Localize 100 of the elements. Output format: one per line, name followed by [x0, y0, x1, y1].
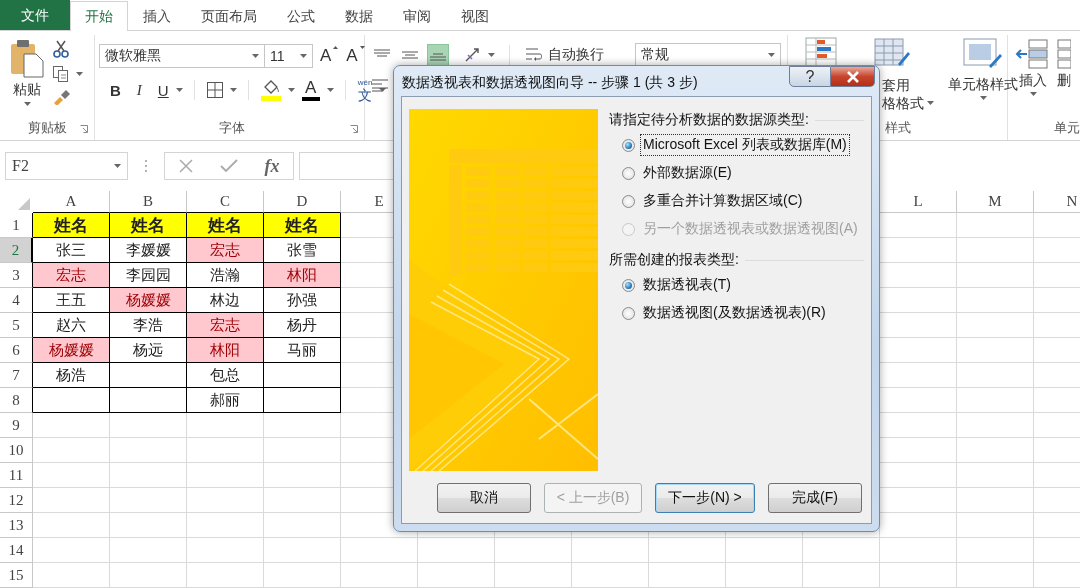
radio-button[interactable]: [622, 306, 635, 320]
font-size-field[interactable]: 11: [265, 44, 313, 68]
radio-button[interactable]: [622, 138, 635, 152]
ribbon-tab[interactable]: 插入: [128, 1, 186, 31]
row-header[interactable]: 1: [0, 213, 33, 238]
italic-button[interactable]: I: [135, 80, 143, 100]
fill-color-icon[interactable]: [259, 79, 282, 101]
caret-icon[interactable]: [1029, 92, 1037, 96]
underline-button[interactable]: U: [156, 80, 170, 100]
caret-icon[interactable]: [76, 72, 83, 76]
row-header[interactable]: 8: [0, 388, 33, 413]
file-tab[interactable]: 文件: [0, 0, 70, 30]
table-header-cell: 姓名: [264, 213, 341, 238]
font-color-button[interactable]: A: [300, 78, 321, 102]
row-header[interactable]: 6: [0, 338, 33, 363]
caret-icon[interactable]: [252, 54, 259, 58]
column-header[interactable]: A: [33, 191, 110, 213]
grow-font-button[interactable]: A: [319, 45, 340, 67]
radio-button[interactable]: [622, 278, 635, 292]
caret-icon[interactable]: [379, 88, 387, 92]
format-painter-icon[interactable]: [52, 89, 72, 105]
align-left-icon[interactable]: [371, 78, 389, 92]
dialog-button[interactable]: 下一步(N) >: [655, 483, 755, 513]
column-header[interactable]: D: [264, 191, 341, 213]
caret-icon[interactable]: [927, 101, 934, 105]
caret-icon[interactable]: [300, 54, 307, 58]
launcher-icon[interactable]: [350, 125, 358, 133]
launcher-icon[interactable]: [80, 125, 88, 133]
caret-icon[interactable]: [326, 88, 334, 92]
row-header[interactable]: 15: [0, 563, 33, 588]
column-header[interactable]: C: [187, 191, 264, 213]
table-cell: 宏志: [33, 263, 110, 288]
bold-button[interactable]: B: [109, 80, 122, 100]
cell-styles-icon[interactable]: [963, 38, 1003, 70]
row-header[interactable]: 4: [0, 288, 33, 313]
row-header[interactable]: 5: [0, 313, 33, 338]
column-header[interactable]: L: [880, 191, 957, 213]
row-header[interactable]: 12: [0, 488, 33, 513]
row-header[interactable]: 2: [0, 238, 33, 263]
dialog-button[interactable]: 取消: [437, 483, 531, 513]
table-cell: 郝丽: [187, 388, 264, 413]
row-header[interactable]: 7: [0, 363, 33, 388]
table-cell: 林阳: [264, 263, 341, 288]
option-label[interactable]: 数据透视表(T): [640, 274, 734, 296]
paste-icon[interactable]: [9, 38, 45, 78]
cut-icon[interactable]: [52, 39, 70, 59]
delete-cells-icon[interactable]: [1057, 38, 1071, 70]
table-cell: 杨媛媛: [33, 338, 110, 363]
dialog-button[interactable]: 完成(F): [768, 483, 862, 513]
row-header[interactable]: 14: [0, 538, 33, 563]
number-format-field[interactable]: 常规: [635, 43, 781, 67]
option-label[interactable]: 多重合并计算数据区域(C): [640, 190, 806, 212]
table-header-cell: 姓名: [33, 213, 110, 238]
name-box[interactable]: F2: [5, 152, 128, 180]
shrink-font-button[interactable]: A: [345, 45, 366, 67]
insert-cells-icon[interactable]: [1015, 38, 1051, 70]
caret-icon[interactable]: [175, 88, 183, 92]
copy-icon[interactable]: [52, 65, 70, 83]
column-header[interactable]: B: [110, 191, 187, 213]
font-name-field[interactable]: 微软雅黑: [99, 44, 265, 68]
caret-icon[interactable]: [229, 88, 237, 92]
cell-styles-button[interactable]: 单元格样式: [947, 37, 1019, 101]
option-label[interactable]: Microsoft Excel 列表或数据库(M): [640, 134, 850, 156]
ribbon-tab[interactable]: 审阅: [388, 1, 446, 31]
row-header[interactable]: 3: [0, 263, 33, 288]
ribbon-tab[interactable]: 开始: [70, 1, 128, 31]
table-header-cell: 姓名: [187, 213, 264, 238]
paste-button[interactable]: 粘贴: [6, 37, 48, 116]
option-label[interactable]: 外部数据源(E): [640, 162, 735, 184]
row-header[interactable]: 9: [0, 413, 33, 438]
caret-icon[interactable]: [114, 164, 121, 168]
table-cell: 林阳: [187, 338, 264, 363]
close-icon[interactable]: [845, 70, 860, 83]
help-button[interactable]: ?: [789, 66, 831, 87]
delete-cells-button[interactable]: 删: [1056, 37, 1072, 116]
option-label[interactable]: 数据透视图(及数据透视表)(R): [640, 302, 829, 324]
caret-icon[interactable]: [768, 53, 775, 57]
ribbon-tab[interactable]: 页面布局: [186, 1, 272, 31]
column-header[interactable]: M: [957, 191, 1034, 213]
caret-icon[interactable]: [23, 102, 31, 106]
radio-button[interactable]: [622, 166, 635, 180]
triangle-icon[interactable]: [333, 46, 339, 49]
ribbon-tab[interactable]: 视图: [446, 1, 504, 31]
ribbon-tab[interactable]: 公式: [272, 1, 330, 31]
caret-icon[interactable]: [979, 96, 987, 100]
row-header[interactable]: 13: [0, 513, 33, 538]
close-button[interactable]: [831, 66, 875, 87]
radio-button[interactable]: [622, 194, 635, 208]
phonetic-button[interactable]: wén 文: [356, 77, 374, 103]
row-header[interactable]: 11: [0, 463, 33, 488]
border-icon[interactable]: [205, 81, 224, 99]
wrap-text-button[interactable]: 自动换行: [524, 45, 605, 65]
table-cell: 宏志: [187, 238, 264, 263]
caret-icon[interactable]: [488, 53, 495, 57]
caret-icon[interactable]: [287, 88, 295, 92]
triangle-icon[interactable]: [359, 46, 365, 49]
formula-input-field[interactable]: [299, 152, 393, 180]
insert-function-button[interactable]: fx: [264, 155, 280, 177]
row-header[interactable]: 10: [0, 438, 33, 463]
ribbon-tab[interactable]: 数据: [330, 1, 388, 31]
